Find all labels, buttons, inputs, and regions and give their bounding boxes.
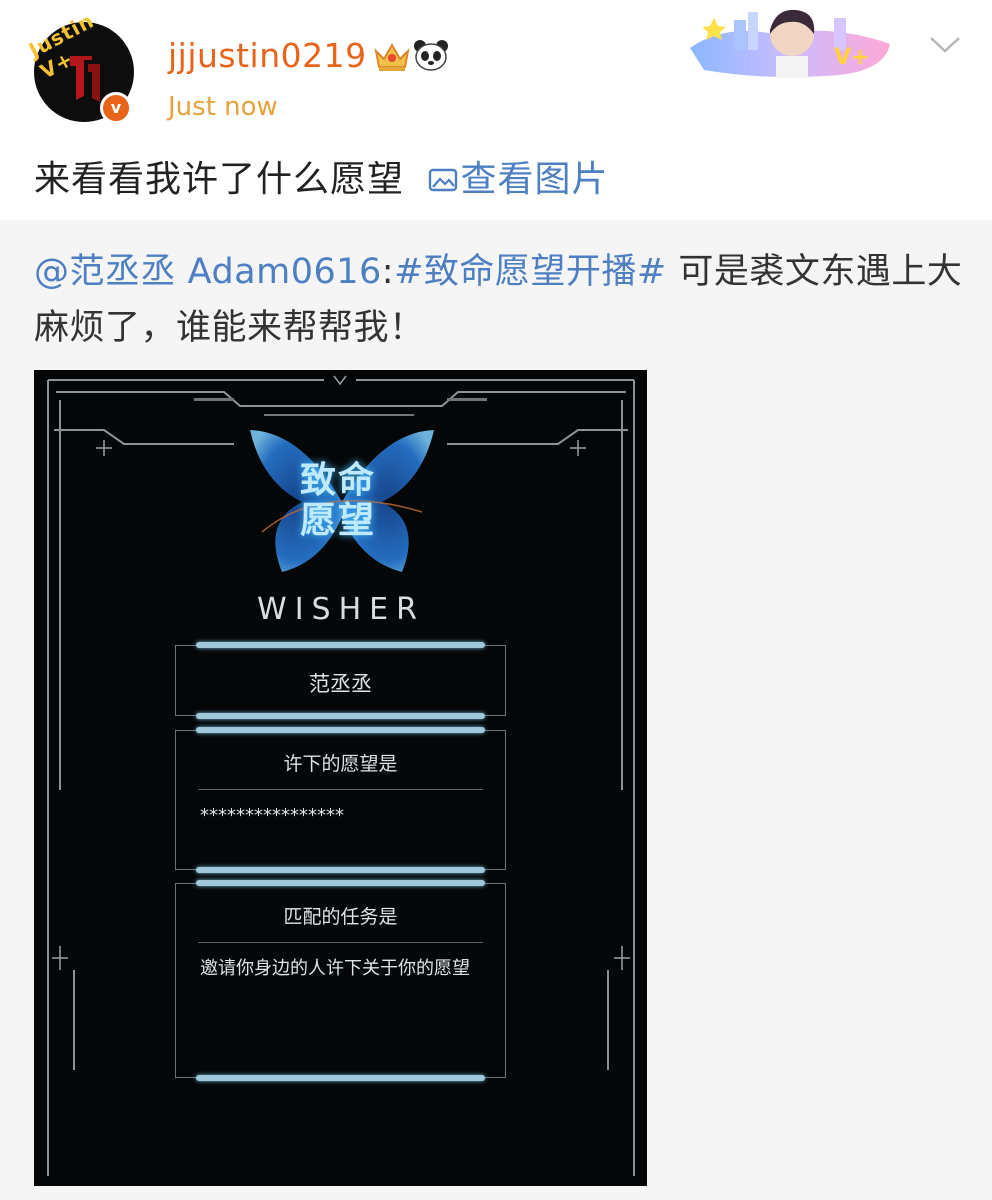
repost-colon: : (381, 252, 395, 292)
view-image-label: 查看图片 (460, 159, 609, 200)
task-label: 匹配的任务是 (283, 906, 398, 928)
task-value: 邀请你身边的人许下关于你的愿望 (200, 958, 470, 979)
view-image-link[interactable]: 查看图片 (428, 159, 608, 200)
mention-link[interactable]: @范丞丞 Adam0616 (34, 252, 382, 292)
attached-image[interactable]: 致命愿望 WISHER 范丞丞 许下的愿望是 **************** … (34, 370, 647, 1186)
crown-icon (374, 42, 410, 71)
name-panel: 范丞丞 (175, 642, 506, 719)
panel-divider (198, 942, 483, 943)
post-header: Justin V+ v jjjustin0219 Just now V+ 来看看… (0, 0, 992, 220)
wish-panel: 许下的愿望是 **************** (175, 727, 506, 873)
panel-divider (198, 789, 483, 790)
repost-text: @范丞丞 Adam0616:#致命愿望开播# 可是裘文东遇上大麻烦了，谁能来帮帮… (34, 244, 964, 356)
verified-badge-icon: v (100, 92, 132, 124)
wish-value: **************** (200, 805, 344, 826)
post-body: 来看看我许了什么愿望 (34, 159, 405, 200)
chevron-down-icon[interactable] (928, 32, 962, 56)
repost-card[interactable]: @范丞丞 Adam0616:#致命愿望开播# 可是裘文东遇上大麻烦了，谁能来帮帮… (0, 220, 992, 1200)
hashtag-link[interactable]: #致命愿望开播# (394, 252, 667, 292)
game-subtitle: WISHER (257, 592, 425, 627)
username[interactable]: jjjustin0219 (168, 36, 367, 75)
vip-banner-image[interactable]: V+ (684, 4, 898, 82)
wish-label: 许下的愿望是 (283, 753, 398, 775)
panda-icon (414, 40, 448, 71)
svg-text:V+: V+ (834, 45, 869, 70)
game-title: 致命愿望 (300, 459, 377, 541)
post-timestamp: Just now (168, 92, 278, 122)
name-value: 范丞丞 (309, 672, 372, 696)
post-text: 来看看我许了什么愿望 查看图片 (34, 150, 608, 202)
task-panel: 匹配的任务是 邀请你身边的人许下关于你的愿望 (175, 880, 506, 1081)
avatar-logo-icon (70, 56, 100, 102)
image-icon (429, 168, 458, 192)
